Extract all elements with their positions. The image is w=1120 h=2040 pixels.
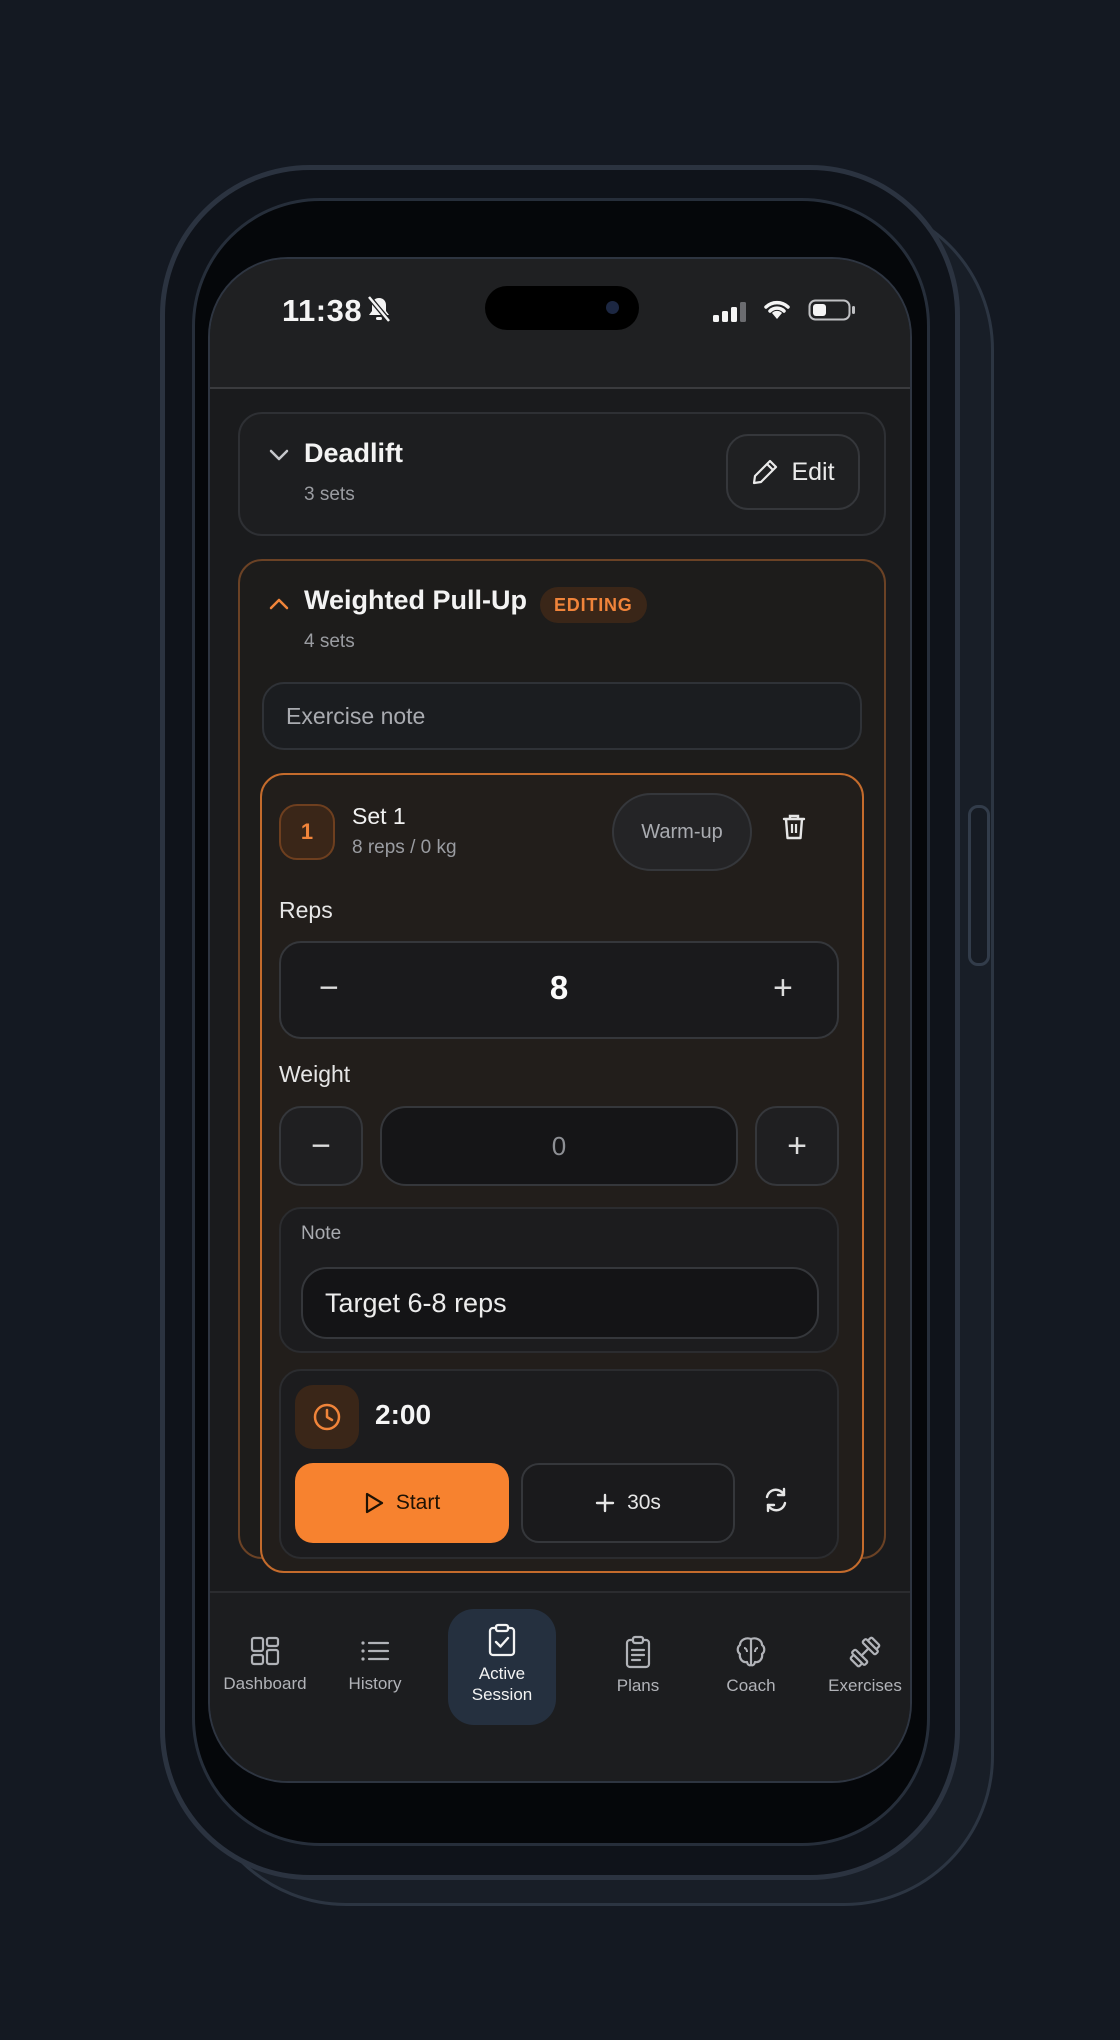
trash-icon[interactable] — [782, 813, 806, 841]
pencil-icon — [753, 459, 778, 485]
nav-label: Active Session — [471, 1664, 533, 1704]
warmup-toggle-button[interactable]: Warm-up — [612, 793, 752, 871]
exercise-card-deadlift[interactable]: Deadlift 3 sets Edit — [238, 412, 886, 536]
brain-icon — [736, 1637, 766, 1667]
exercise-set-count: 3 sets — [304, 484, 355, 505]
reps-label: Reps — [279, 897, 333, 923]
clock-icon — [313, 1403, 341, 1431]
chevron-down-icon[interactable] — [268, 448, 290, 462]
weight-label: Weight — [279, 1061, 351, 1087]
set-title: Set 1 — [352, 803, 406, 829]
dashboard-icon — [250, 1636, 280, 1666]
edit-button[interactable]: Edit — [726, 434, 860, 510]
weight-input[interactable]: 0 — [380, 1106, 738, 1186]
battery-icon — [808, 299, 855, 321]
nav-item-dashboard[interactable]: Dashboard — [210, 1613, 320, 1694]
reps-increment-button[interactable]: + — [773, 969, 793, 1008]
plus-icon — [595, 1493, 615, 1513]
nav-label: Dashboard — [223, 1674, 307, 1693]
dynamic-island — [485, 286, 639, 330]
add-30s-button[interactable]: 30s — [521, 1463, 735, 1543]
wifi-icon — [764, 300, 790, 319]
timer-value: 2:00 — [375, 1399, 432, 1430]
note-label: Note — [301, 1223, 342, 1244]
weight-decrement-button[interactable]: − — [279, 1106, 363, 1186]
clipboard-check-icon — [488, 1623, 516, 1657]
exercise-note-input[interactable]: Exercise note — [262, 682, 862, 750]
bottom-nav: Dashboard History Active Session Plans C… — [210, 1591, 910, 1781]
exercise-title: Deadlift — [304, 438, 404, 468]
editing-badge: EDITING — [540, 587, 647, 623]
start-timer-button[interactable]: Start — [295, 1463, 509, 1543]
rest-timer-section: 2:00 Start 30s — [279, 1369, 839, 1559]
header-divider — [210, 387, 910, 389]
nav-label: Exercises — [828, 1676, 902, 1695]
set-note-input[interactable]: Target 6-8 reps — [301, 1267, 819, 1339]
phone-screen: 11:38 Deadlift 3 sets Edit Weighted Pull… — [208, 257, 912, 1783]
reset-timer-icon[interactable] — [761, 1485, 791, 1515]
dumbbell-icon — [849, 1636, 881, 1668]
nav-label: Plans — [616, 1676, 660, 1695]
set-note-section: Note Target 6-8 reps — [279, 1207, 839, 1353]
signal-icon — [713, 302, 746, 322]
phone-side-button — [968, 805, 990, 966]
status-bar: 11:38 — [210, 259, 910, 389]
clipboard-list-icon — [625, 1635, 651, 1669]
edit-label: Edit — [791, 457, 835, 486]
nav-label: Coach — [726, 1676, 776, 1695]
status-time: 11:38 — [282, 293, 363, 328]
camera-dot — [606, 301, 619, 314]
nav-item-history[interactable]: History — [320, 1613, 430, 1694]
list-icon — [361, 1641, 390, 1661]
nav-item-active-session[interactable]: Active Session — [448, 1609, 556, 1725]
chevron-up-icon[interactable] — [268, 597, 290, 611]
timer-icon-wrap — [295, 1385, 359, 1449]
play-icon — [365, 1492, 383, 1514]
nav-item-coach[interactable]: Coach — [696, 1613, 806, 1696]
weight-increment-button[interactable]: + — [755, 1106, 839, 1186]
reps-value[interactable]: 8 — [281, 969, 837, 1007]
exercise-title: Weighted Pull-Up — [304, 585, 527, 615]
bell-off-icon — [367, 295, 391, 323]
start-label: Start — [395, 1491, 441, 1514]
nav-label: History — [348, 1674, 402, 1693]
exercise-set-count: 4 sets — [304, 631, 355, 652]
nav-item-plans[interactable]: Plans — [583, 1613, 693, 1696]
set-number-badge: 1 — [279, 804, 335, 860]
set-summary: 8 reps / 0 kg — [352, 837, 457, 858]
set-card: 1 Set 1 8 reps / 0 kg Warm-up Reps − 8 +… — [260, 773, 864, 1573]
nav-item-exercises[interactable]: Exercises — [810, 1613, 910, 1696]
add-30s-label: 30s — [627, 1491, 661, 1514]
exercise-card-weighted-pull-up: Weighted Pull-Up EDITING 4 sets Exercise… — [238, 559, 886, 1573]
reps-stepper: − 8 + — [279, 941, 839, 1039]
